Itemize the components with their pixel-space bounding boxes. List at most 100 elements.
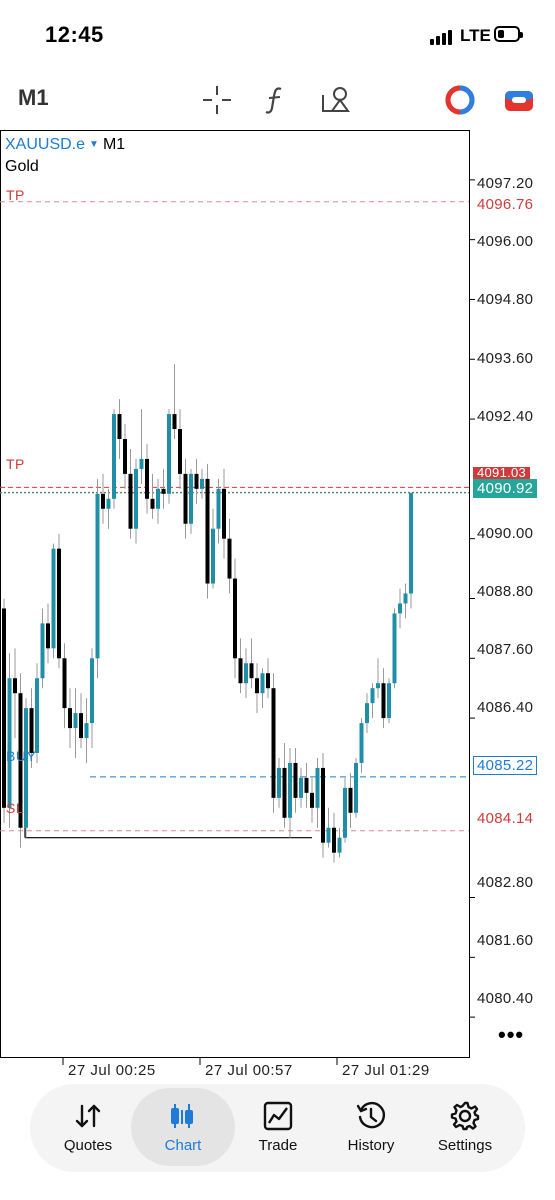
one-click-trading-icon[interactable] [443,83,477,117]
tab-label: Trade [258,1137,298,1154]
tab-label: History [347,1137,395,1154]
candle-bearish [293,762,298,798]
bid-price-tag: 4090.92 [473,479,538,498]
candle-bullish [106,498,111,509]
candle-bearish [222,488,226,539]
candle-bearish [238,658,243,684]
objects-icon[interactable] [318,83,352,117]
candle-bearish [29,708,34,753]
account-icon[interactable] [502,83,536,117]
candle-bullish [359,723,364,763]
candle-bullish [354,762,358,813]
candle-bearish [68,708,72,729]
symbol-name: XAUUSD.e [5,136,86,153]
candle-bullish [84,723,89,739]
candle-bullish [398,603,402,614]
candle-bearish [128,473,133,529]
tp-lower-price-tag: 4091.03 [473,467,531,479]
candle-bullish [216,488,221,529]
price-tick: 4082.80 [477,874,534,891]
chart-symbol[interactable]: XAUUSD.e ▼ M1 [5,136,125,154]
candle-bullish [343,787,347,838]
price-tick: 4087.60 [477,641,534,658]
price-tick: 4094.80 [477,291,534,308]
candle-bullish [90,658,94,724]
tp-upper-label[interactable]: TP [6,187,25,203]
tab-history[interactable]: History [321,1084,421,1172]
candle-bearish [271,688,276,798]
trade-icon [263,1101,293,1131]
candle-bullish [156,488,160,509]
candle-bearish [227,538,232,579]
bottom-tab-bar: Quotes Chart Trade History Settings [30,1084,525,1172]
candle-bearish [304,777,309,793]
candle-bullish [260,673,265,694]
candle-bullish [365,703,369,724]
candle-bearish [13,678,17,694]
candle-bullish [35,678,39,753]
chart-canvas[interactable] [0,130,555,1085]
price-tick: 4096.00 [477,233,534,250]
quotes-icon [75,1104,101,1128]
price-tick: 4081.60 [477,932,534,949]
price-tick: 4097.20 [477,175,534,192]
more-options-icon[interactable]: ••• [498,1022,524,1048]
candle-bearish [2,608,6,808]
network-label: LTE [460,26,491,45]
tab-quotes[interactable]: Quotes [38,1084,138,1172]
candle-bullish [167,414,171,494]
tab-settings[interactable]: Settings [415,1084,515,1172]
tab-chart[interactable]: Chart [131,1084,235,1172]
tp-upper-price-tag: 4096.76 [473,195,538,214]
candle-bullish [337,837,342,853]
candle-bearish [145,458,149,499]
candle-bullish [189,473,193,524]
tp-lower-label[interactable]: TP [6,456,25,472]
candle-bearish [62,658,67,709]
indicators-icon[interactable] [260,83,294,117]
candle-bullish [139,458,144,469]
candle-bearish [282,767,287,818]
candle-bullish [200,478,204,489]
candle-bearish [321,767,325,843]
chevron-down-icon: ▼ [89,139,99,150]
candle-bearish [249,663,254,679]
candle-bullish [211,528,215,584]
price-tick: 4093.60 [477,350,534,367]
candle-bullish [277,767,281,798]
candle-bullish [376,683,380,689]
time-tick: 27 Jul 00:25 [68,1062,156,1079]
candle-bullish [73,713,78,729]
candle-bearish [310,792,314,808]
status-time: 12:45 [45,22,104,47]
tab-trade[interactable]: Trade [228,1084,328,1172]
candle-bearish [117,414,122,439]
candle-bearish [332,827,336,853]
buy-label[interactable]: BUY [6,748,36,764]
candle-bullish [299,777,303,798]
candle-bearish [79,713,83,739]
symbol-timeframe: M1 [102,136,126,153]
timeframe-button[interactable]: M1 [18,85,49,111]
candle-bearish [205,478,210,584]
history-icon [356,1101,385,1129]
status-bar: 12:45 LTE [0,0,555,70]
candle-bearish [172,414,177,430]
candle-bullish [95,493,100,659]
tab-label: Chart [164,1137,202,1154]
candle-bullish [387,683,391,719]
sl-label[interactable]: SL [6,800,24,816]
candle-bullish [315,767,320,808]
candle-bearish [123,439,127,474]
candle-bearish [150,498,155,509]
candle-bullish [409,492,413,594]
tab-label: Settings [437,1137,493,1154]
crosshair-icon[interactable] [200,83,234,117]
candle-bearish [381,683,386,719]
battery-icon [494,26,523,42]
candle-bearish [178,429,182,474]
buy-price-tag: 4085.22 [473,756,538,775]
candle-bearish [266,673,270,689]
price-chart[interactable]: XAUUSD.e ▼ M1 Gold 4097.20 4096.00 4094.80… [0,130,555,1085]
candle-bearish [46,623,50,649]
